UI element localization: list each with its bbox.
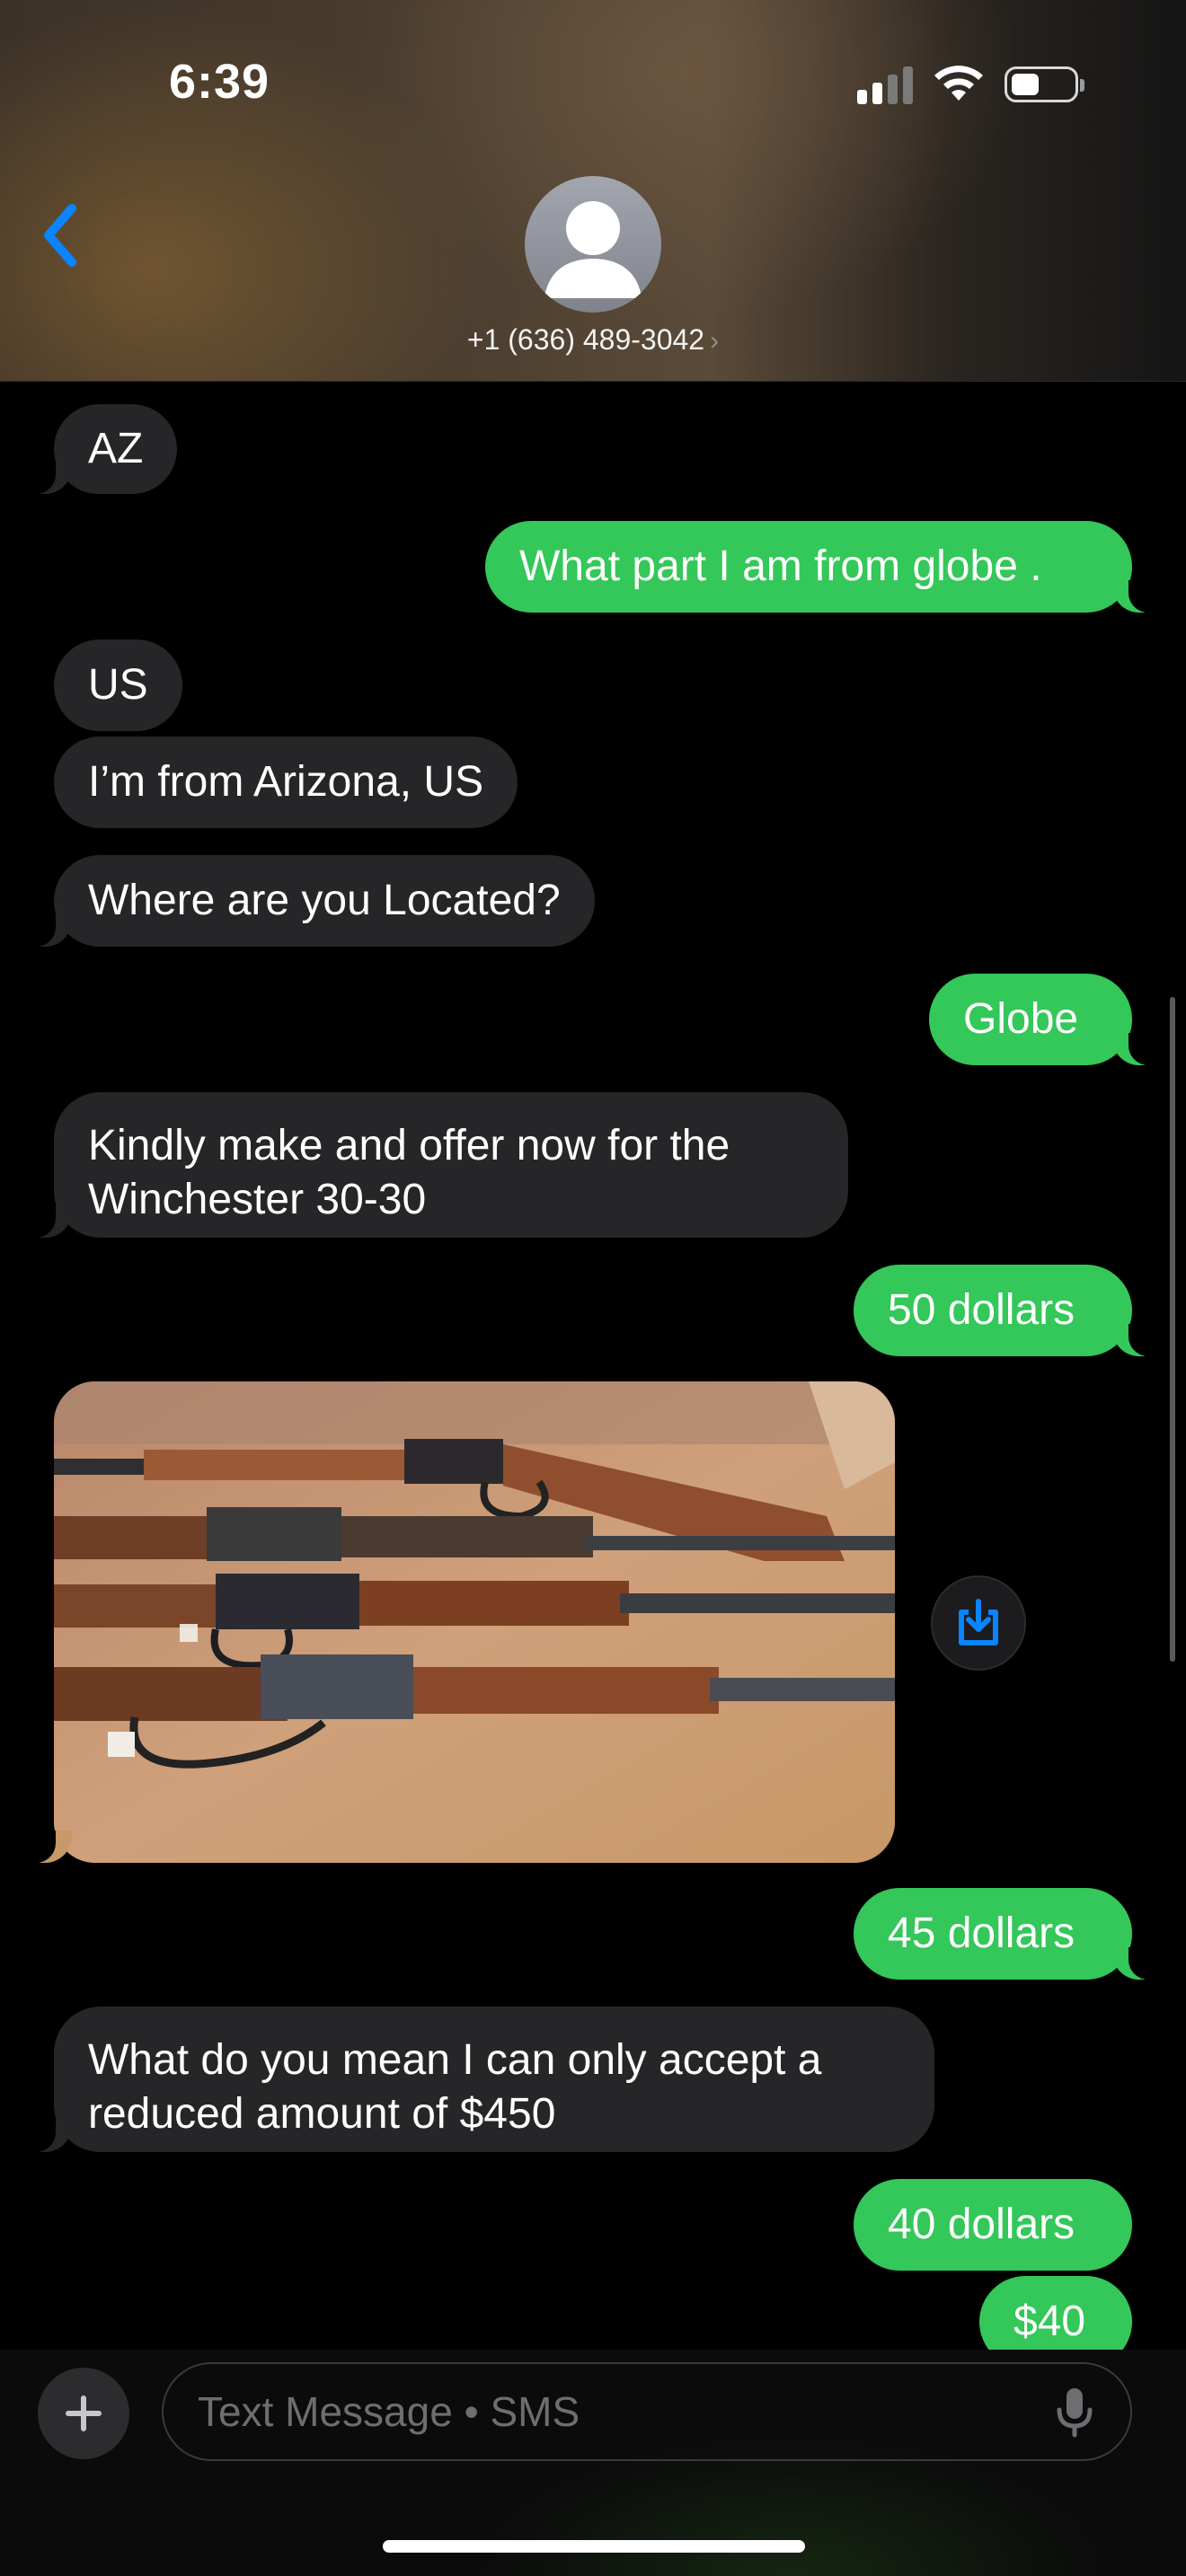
message-sent[interactable]: Globe [929, 974, 1132, 1065]
message-received[interactable]: Where are you Located? [54, 855, 595, 947]
message-sent[interactable]: 50 dollars [854, 1265, 1132, 1356]
message-received[interactable]: AZ [54, 404, 178, 494]
lever-action-rifles-photo[interactable] [54, 1381, 895, 1863]
chevron-right-icon: › [710, 326, 720, 356]
message-text: Kindly make and offer now for the Winche… [88, 1122, 730, 1223]
save-to-photos-icon [959, 1599, 998, 1645]
message-sent[interactable]: 40 dollars [854, 2179, 1132, 2271]
bubble-tail [1112, 580, 1161, 613]
save-to-photos-button[interactable] [931, 1575, 1026, 1671]
contact-number-text: +1 (636) 489-3042 [466, 323, 705, 356]
back-button[interactable] [36, 199, 90, 271]
message-text: I’m from Arizona, US [88, 758, 484, 806]
bubble-tail [1112, 1033, 1161, 1065]
add-attachment-button[interactable] [38, 2368, 129, 2459]
message-text: What do you mean I can only accept a red… [88, 2036, 822, 2138]
contact-phone-number[interactable]: +1 (636) 489-3042 › [0, 323, 1186, 357]
conversation-header: 6:39 +1 (636) 489-3042 › [0, 0, 1186, 382]
message-input[interactable] [162, 2362, 1132, 2461]
bubble-tail [23, 462, 72, 494]
status-time: 6:39 [169, 55, 270, 109]
message-received[interactable]: Kindly make and offer now for the Winche… [54, 1092, 848, 1238]
message-received[interactable]: I’m from Arizona, US [54, 737, 518, 828]
message-text: AZ [88, 425, 144, 472]
dictation-button[interactable] [1048, 2386, 1102, 2439]
wifi-icon [934, 66, 983, 101]
plus-icon [66, 2395, 102, 2431]
chevron-left-icon [44, 204, 76, 267]
contact-avatar[interactable] [525, 176, 661, 313]
message-sent[interactable]: What part I am from globe . [485, 521, 1132, 613]
home-indicator[interactable] [383, 2540, 805, 2553]
message-received[interactable]: US [54, 640, 182, 731]
person-silhouette-icon [544, 201, 642, 298]
bubble-tail [23, 2120, 72, 2152]
bubble-tail [1112, 1324, 1161, 1356]
status-icons [857, 65, 1084, 104]
message-text: Globe [963, 995, 1079, 1043]
message-text: 40 dollars [888, 2201, 1075, 2248]
message-text: $40 [1013, 2298, 1086, 2345]
bubble-tail [23, 1831, 72, 1863]
message-sent[interactable]: 45 dollars [854, 1888, 1132, 1980]
bubble-tail [1112, 1947, 1161, 1980]
message-text: 50 dollars [888, 1286, 1075, 1334]
message-text: 45 dollars [888, 1910, 1075, 1957]
bubble-tail [23, 1205, 72, 1238]
message-text: US [88, 661, 148, 709]
scroll-indicator[interactable] [1170, 997, 1175, 1662]
message-text: Where are you Located? [88, 877, 561, 924]
cellular-signal-icon [857, 65, 913, 104]
microphone-icon [1057, 2388, 1093, 2438]
battery-icon [1005, 66, 1084, 102]
bubble-tail [23, 914, 72, 947]
message-text: What part I am from globe . [519, 543, 1042, 590]
message-received[interactable]: What do you mean I can only accept a red… [54, 2007, 934, 2152]
